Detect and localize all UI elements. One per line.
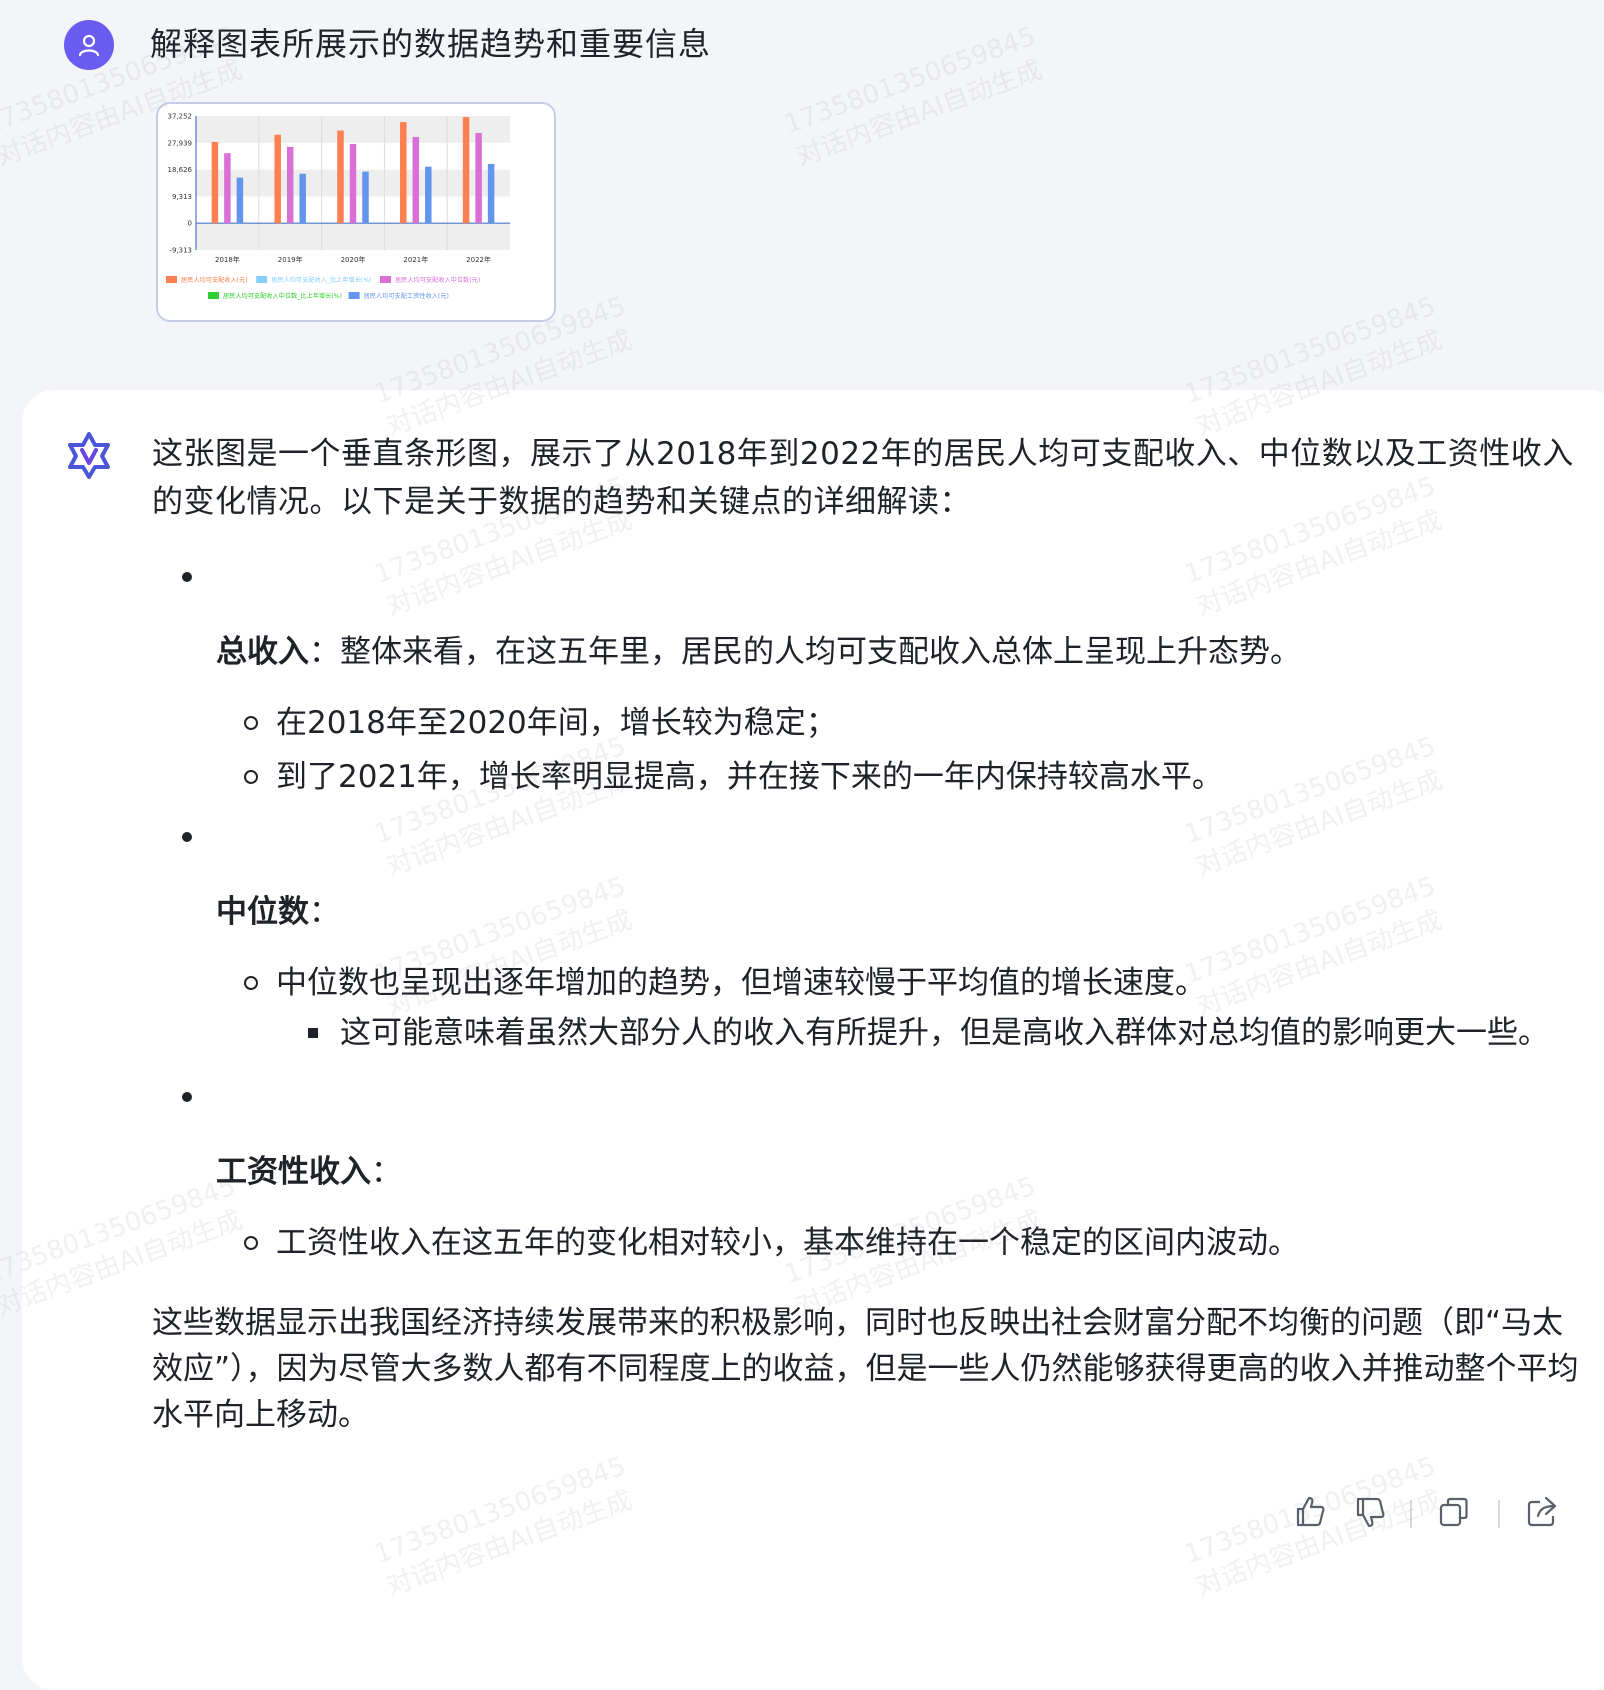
bar [487,163,495,224]
bullet-circle [244,716,258,730]
bar-chart: 37,252 27,939 18,626 9,313 0 -9,313 2018年 2019年… [166,113,510,300]
sub-sub-list: 这可能意味着虽然大部分人的收入有所提升，但是高收入群体对总均值的影响更大一些。 [152,1010,1582,1056]
sub-list: 在2018年至2020年间，增长较为稳定； 到了2021年，增长率明显提高，并在… [152,696,1582,804]
legend-label: 居民人均可支配收入_比上年增长(%) [271,276,371,284]
user-icon [78,34,100,57]
bar [299,173,306,224]
legend-swatch [348,292,360,299]
bar [425,166,432,224]
section-summary: ：整体来看，在这五年里，居民的人均可支配收入总体上呈现上升态势。 [309,634,1301,670]
assistant-avatar [64,430,114,480]
grid-band [196,223,510,250]
bullet-dot [182,572,192,582]
divider [1498,1500,1500,1528]
section-heading: 中位数： [216,888,1582,936]
section-summary: ： [371,1154,402,1190]
x-tick-label: 2018年 [215,255,240,264]
bar [462,117,470,224]
divider [1410,1500,1412,1528]
y-tick-label: 27,939 [168,139,193,147]
copy-icon [1439,1497,1468,1527]
answer-intro: 这张图是一个垂直条形图，展示了从2018年到2022年的居民人均可支配收入、中位… [152,436,1574,520]
legend-swatch [208,292,219,299]
bar [475,132,482,224]
section-summary: ： [309,894,340,930]
legend-label: 居民人均可支配收入(元) [181,276,248,284]
bar [412,136,420,224]
section-title: 总收入 [216,634,309,670]
list-item: 中位数也呈现出逐年增加的趋势，但增速较慢于平均值的增长速度。 [152,956,1582,1010]
share-icon [1527,1496,1557,1527]
bar [224,153,231,224]
bullet-square [308,1028,318,1038]
list-item-text: 这可能意味着虽然大部分人的收入有所提升，但是高收入群体对总均值的影响更大一些。 [340,1015,1549,1051]
answer-bullet-list: 总收入：整体来看，在这五年里，居民的人均可支配收入总体上呈现上升态势。 在201… [152,554,1582,1270]
y-tick-label: -9,313 [169,247,192,255]
x-tick-label: 2022年 [466,255,491,264]
bar [274,134,281,224]
bar [236,177,244,224]
list-item: 工资性收入在这五年的变化相对较小，基本维持在一个稳定的区间内波动。 [152,1216,1582,1270]
legend-swatch [166,276,177,283]
y-tick-label: 18,626 [168,166,193,174]
copy-button[interactable] [1436,1494,1472,1530]
like-button[interactable] [1292,1494,1328,1530]
user-avatar [64,20,114,70]
bar [349,143,357,224]
assistant-logo-icon [68,432,110,479]
x-tick-label: 2019年 [278,255,303,264]
bullet-dot [182,1092,192,1102]
chart-attachment-thumbnail[interactable]: 37,252 27,939 18,626 9,313 0 -9,313 2018年 2019年… [156,102,556,322]
list-item: 在2018年至2020年间，增长较为稳定； [152,696,1582,750]
list-item: 总收入：整体来看，在这五年里，居民的人均可支配收入总体上呈现上升态势。 在201… [152,554,1582,804]
user-message: 解释图表所展示的数据趋势和重要信息 37,252 27,939 18,626 9,31… [64,18,1564,358]
bar [337,130,344,224]
thumbs-down-icon [1356,1497,1385,1528]
x-tick-label: 2021年 [403,255,428,264]
section-heading: 工资性收入： [216,1148,1582,1196]
y-tick-label: 9,313 [172,193,192,201]
list-item: 到了2021年，增长率明显提高，并在接下来的一年内保持较高水平。 [152,750,1582,804]
assistant-answer: 这张图是一个垂直条形图，展示了从2018年到2022年的居民人均可支配收入、中位… [152,430,1582,1438]
list-item: 这可能意味着虽然大部分人的收入有所提升，但是高收入群体对总均值的影响更大一些。 [152,1010,1582,1056]
bullet-dot [182,832,192,842]
bullet-circle [244,976,258,990]
answer-conclusion: 这些数据显示出我国经济持续发展带来的积极影响，同时也反映出社会财富分配不均衡的问… [152,1305,1579,1433]
sub-list: 工资性收入在这五年的变化相对较小，基本维持在一个稳定的区间内波动。 [152,1216,1582,1270]
thumbs-up-icon [1296,1496,1325,1527]
bar [211,141,219,224]
list-item-text: 中位数也呈现出逐年增加的趋势，但增速较慢于平均值的增长速度。 [276,965,1206,1001]
list-item: 工资性收入： 工资性收入在这五年的变化相对较小，基本维持在一个稳定的区间内波动。 [152,1074,1582,1270]
legend-label: 居民人均可支配收入中位数_比上年增长(%) [223,292,342,300]
section-title: 中位数 [216,894,309,930]
y-tick-label: 37,252 [168,113,193,121]
user-prompt-text: 解释图表所展示的数据趋势和重要信息 [150,25,712,63]
bar [400,122,407,224]
dislike-button[interactable] [1352,1494,1388,1530]
list-item-text: 在2018年至2020年间，增长较为稳定； [276,705,837,741]
sub-list: 中位数也呈现出逐年增加的趋势，但增速较慢于平均值的增长速度。 [152,956,1582,1010]
y-tick-label: 0 [188,220,192,228]
list-item-text: 到了2021年，增长率明显提高，并在接下来的一年内保持较高水平。 [276,759,1223,795]
x-tick-label: 2020年 [341,255,366,264]
section-title: 工资性收入 [216,1154,371,1190]
section-heading: 总收入：整体来看，在这五年里，居民的人均可支配收入总体上呈现上升态势。 [216,628,1582,676]
bullet-circle [244,770,258,784]
bar [286,146,294,224]
legend-swatch [380,276,391,283]
bullet-circle [244,1236,258,1250]
legend-label: 居民人均可支配工资性收入(元) [364,292,449,300]
message-action-bar [1292,1490,1604,1540]
legend-swatch [256,276,268,283]
list-item-text: 工资性收入在这五年的变化相对较小，基本维持在一个稳定的区间内波动。 [276,1225,1299,1261]
legend-label: 居民人均可支配收入中位数(元) [395,276,480,284]
list-item: 中位数： 中位数也呈现出逐年增加的趋势，但增速较慢于平均值的增长速度。 这可能意… [152,814,1582,1056]
assistant-message-card: 这张图是一个垂直条形图，展示了从2018年到2022年的居民人均可支配收入、中位… [22,390,1604,1690]
share-button[interactable] [1524,1494,1560,1530]
bar [362,171,369,224]
